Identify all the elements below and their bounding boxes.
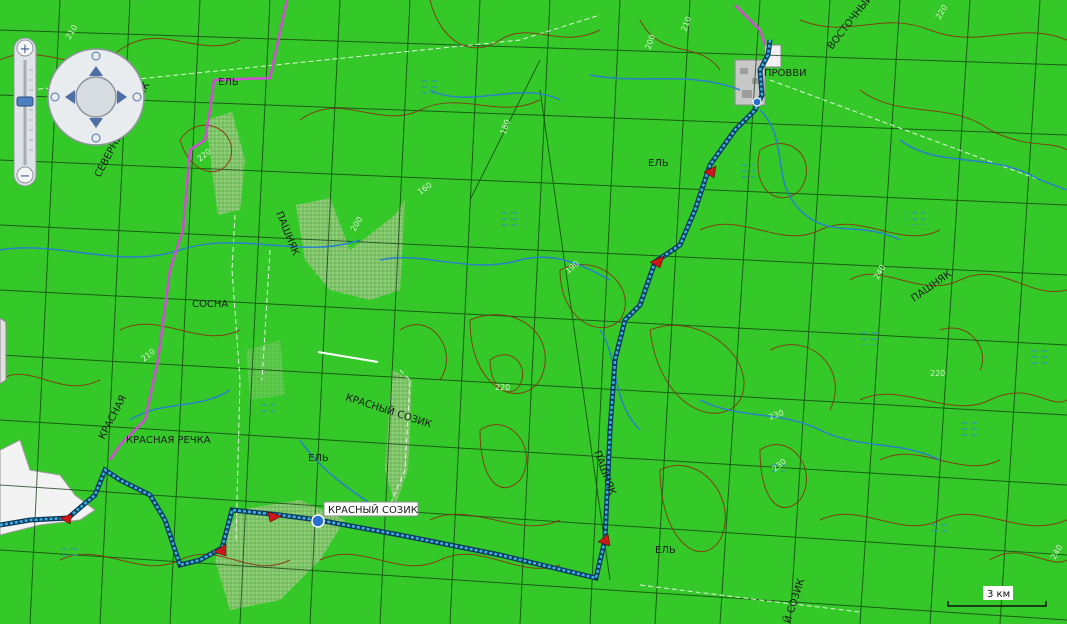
pan-center-button[interactable]: [75, 76, 117, 118]
label-sosna[interactable]: СОСНА: [192, 299, 228, 310]
label-el-1[interactable]: ЕЛЬ: [218, 77, 239, 88]
label-el-4[interactable]: ЕЛЬ: [655, 545, 676, 556]
poi-marker-provvi[interactable]: [752, 97, 762, 107]
contour-label: 220: [930, 369, 945, 378]
label-el-3[interactable]: ЕЛЬ: [308, 453, 329, 464]
label-el-2[interactable]: ЕЛЬ: [648, 158, 669, 169]
label-provvi[interactable]: ПРОВВИ: [764, 68, 807, 79]
topographic-map[interactable]: КРАСНЫЙ СОЗИК ПРОВВИ КРАСНАЯ РЕЧКА СОСНА…: [0, 0, 1067, 624]
zoom-handle[interactable]: [16, 96, 34, 107]
zoom-out-icon: −: [20, 169, 31, 184]
label-krasnaya-rechka[interactable]: КРАСНАЯ РЕЧКА: [126, 435, 211, 446]
scale-label: 3 км: [987, 589, 1010, 600]
contour-label: 220: [495, 383, 510, 392]
zoom-control[interactable]: + −: [13, 37, 37, 187]
label-krasny-sozik[interactable]: КРАСНЫЙ СОЗИК: [328, 503, 418, 516]
pan-control[interactable]: [47, 48, 145, 146]
zoom-in-icon: +: [20, 42, 31, 57]
poi-marker-krasny-sozik[interactable]: [311, 514, 325, 528]
side-panel-handle[interactable]: [0, 317, 7, 385]
